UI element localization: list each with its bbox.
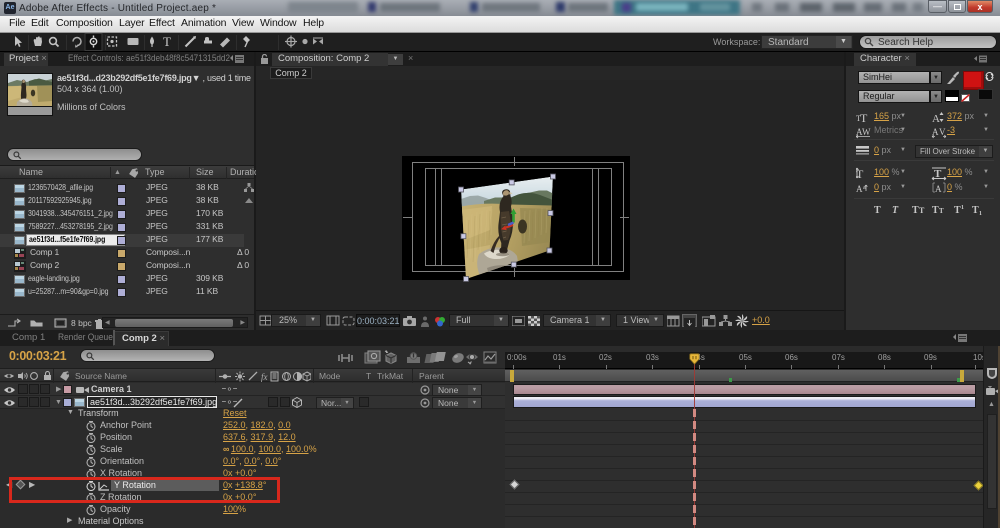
svg-text:T: T (163, 34, 171, 49)
svg-text:1: 1 (961, 205, 964, 211)
svg-text:8 bpc: 8 bpc (71, 318, 93, 328)
svg-text:T: T (954, 205, 961, 216)
svg-text:T: T (874, 205, 881, 216)
svg-text:T: T (919, 206, 925, 215)
svg-text:1: 1 (979, 211, 982, 216)
svg-text:T: T (972, 205, 979, 216)
svg-text:A: A (935, 184, 942, 194)
svg-text:T: T (939, 207, 944, 215)
svg-text:T: T (912, 205, 919, 216)
svg-text:T: T (932, 205, 939, 216)
svg-text:T: T (892, 205, 899, 216)
svg-text:A: A (932, 113, 940, 125)
svg-text:fx: fx (261, 372, 268, 382)
svg-text:T: T (860, 111, 868, 125)
svg-text:W: W (862, 127, 871, 137)
svg-text:A: A (856, 184, 863, 194)
